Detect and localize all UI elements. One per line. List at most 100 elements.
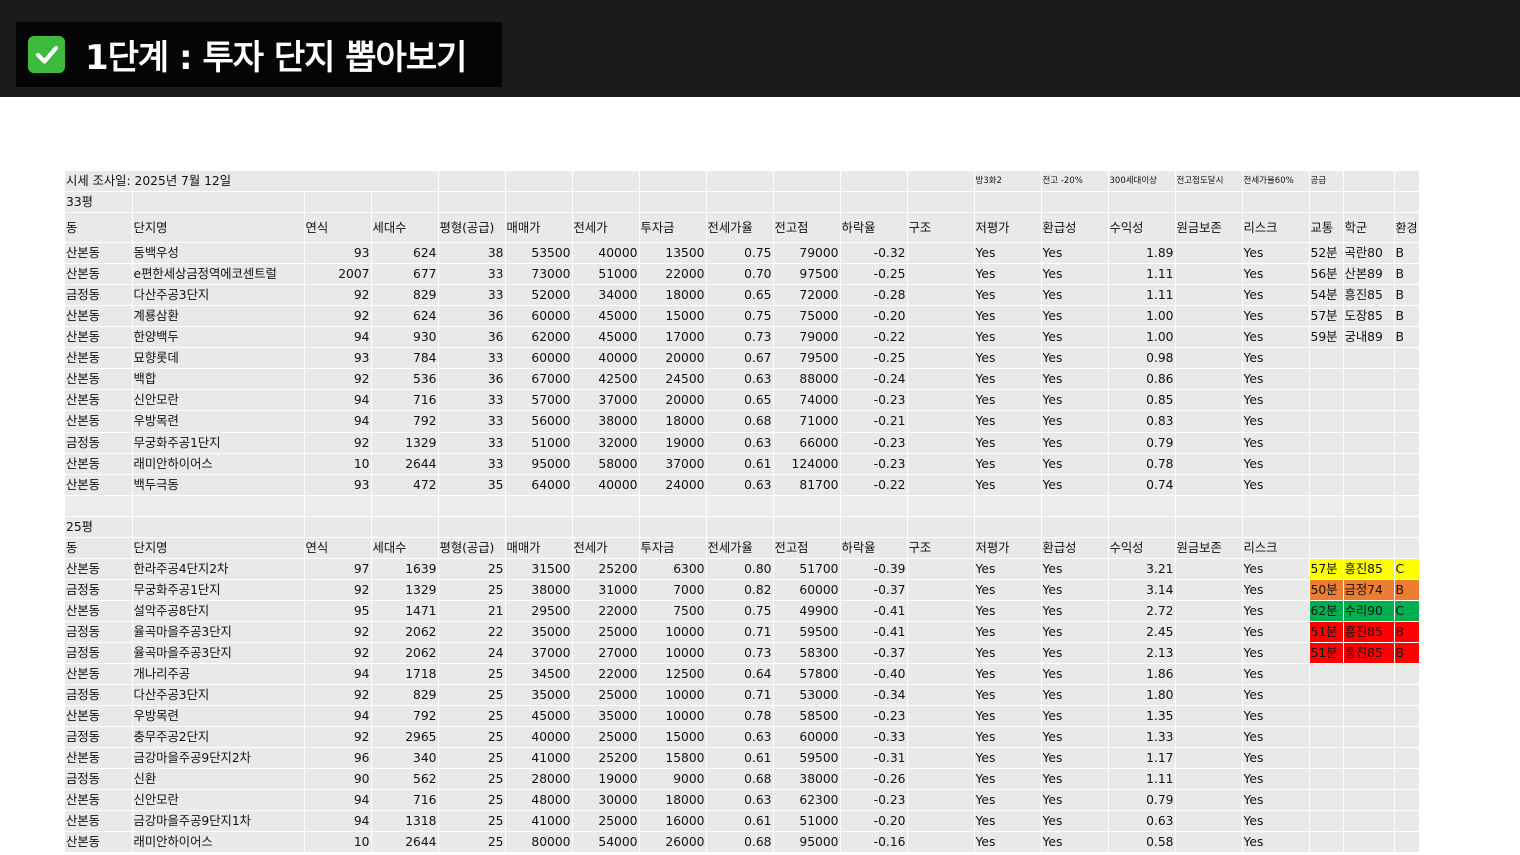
table-cell: 0.70 xyxy=(706,263,774,286)
table-cell: 90 xyxy=(304,768,372,791)
empty-cell xyxy=(840,191,908,214)
column-header: 평형(공급) xyxy=(438,212,506,244)
empty-cell xyxy=(1394,191,1420,214)
table-cell xyxy=(1343,789,1395,812)
table-cell: Yes xyxy=(1041,263,1109,286)
table-cell: 10000 xyxy=(639,642,707,665)
table-cell: Yes xyxy=(974,410,1042,433)
column-header: 매매가 xyxy=(505,537,573,559)
table-cell: 51000 xyxy=(773,810,841,833)
table-cell: -0.31 xyxy=(840,747,908,770)
empty-cell xyxy=(639,495,707,517)
column-header: 단지명 xyxy=(132,212,305,244)
table-cell: 1.00 xyxy=(1108,326,1176,349)
table-cell: Yes xyxy=(974,347,1042,370)
table-cell: 0.71 xyxy=(706,621,774,643)
table-cell: Yes xyxy=(1242,474,1310,496)
table-cell xyxy=(907,284,975,307)
table-cell: 37000 xyxy=(505,642,573,665)
table-cell: Yes xyxy=(974,305,1042,328)
empty-cell xyxy=(371,516,439,538)
table-row: 산본동 우방목련 94 792 25 45000 35000 10000 0.78 58500 -0… xyxy=(65,705,1420,728)
table-cell: 백합 xyxy=(132,368,305,391)
table-cell: 93 xyxy=(304,242,372,265)
table-cell: 1318 xyxy=(371,810,439,833)
empty-cell xyxy=(1343,191,1395,214)
table-row: 금정동 다산주공3단지 92 829 25 35000 25000 10000 0.71 5300… xyxy=(65,684,1420,707)
table-cell: 25 xyxy=(438,663,506,686)
table-cell xyxy=(907,263,975,286)
table-cell: Yes xyxy=(1041,747,1109,770)
table-cell: B xyxy=(1394,579,1420,601)
table-cell: 92 xyxy=(304,684,372,707)
table-cell: 25 xyxy=(438,684,506,707)
table-cell: 12500 xyxy=(639,663,707,686)
table-cell: 흥진85 xyxy=(1343,558,1395,580)
table-cell xyxy=(1343,705,1395,728)
table-cell: 28000 xyxy=(505,768,573,791)
empty-cell xyxy=(1041,495,1109,517)
table-cell: 62분 xyxy=(1309,600,1344,622)
column-header: 매매가 xyxy=(505,212,573,244)
table-cell: 흥진85 xyxy=(1343,284,1395,307)
table-cell: 24000 xyxy=(639,474,707,496)
table-cell: 1.80 xyxy=(1108,684,1176,707)
table-cell: 472 xyxy=(371,474,439,496)
table-cell: Yes xyxy=(1041,242,1109,265)
table-cell: 9000 xyxy=(639,768,707,791)
table-cell: -0.40 xyxy=(840,663,908,686)
table-cell xyxy=(1309,789,1344,812)
table-cell: 124000 xyxy=(773,453,841,475)
table-cell xyxy=(1343,726,1395,749)
table-cell: 0.85 xyxy=(1108,389,1176,412)
table-cell: Yes xyxy=(1041,831,1109,854)
table-cell: 1718 xyxy=(371,663,439,686)
table-cell xyxy=(1394,663,1420,686)
table-cell xyxy=(1343,432,1395,454)
table-cell: 784 xyxy=(371,347,439,370)
table-cell: Yes xyxy=(1242,432,1310,454)
table-cell xyxy=(907,242,975,265)
table-cell xyxy=(907,621,975,643)
table-cell: 묘향롯데 xyxy=(132,347,305,370)
empty-cell xyxy=(1175,191,1243,214)
table-cell: 67000 xyxy=(505,368,573,391)
empty-cell xyxy=(572,171,640,193)
table-cell: 금정74 xyxy=(1343,579,1395,601)
empty-cell xyxy=(132,495,305,517)
empty-cell xyxy=(1041,191,1109,214)
table-cell xyxy=(1175,831,1243,854)
table-cell: Yes xyxy=(1041,474,1109,496)
table-cell: B xyxy=(1394,284,1420,307)
table-cell: 36 xyxy=(438,326,506,349)
table-cell xyxy=(907,726,975,749)
table-row: 산본동 금강마을주공9단지1차 94 1318 25 41000 25000 16000 0.6… xyxy=(65,810,1420,833)
table-cell: 1.89 xyxy=(1108,242,1176,265)
table-cell: 0.79 xyxy=(1108,789,1176,812)
column-header: 전세가 xyxy=(572,537,640,559)
table-cell: 1.17 xyxy=(1108,747,1176,770)
table-cell xyxy=(1175,474,1243,496)
column-header: 동 xyxy=(65,537,133,559)
empty-cell xyxy=(132,191,305,214)
table-cell: 60000 xyxy=(773,579,841,601)
table-cell: 0.67 xyxy=(706,347,774,370)
table-cell: 66000 xyxy=(773,432,841,454)
table-cell: -0.34 xyxy=(840,684,908,707)
table-cell xyxy=(907,789,975,812)
table-cell: 677 xyxy=(371,263,439,286)
empty-cell xyxy=(572,516,640,538)
blank-row xyxy=(65,495,1420,517)
table-cell: -0.23 xyxy=(840,432,908,454)
column-header: 수익성 xyxy=(1108,537,1176,559)
column-header: 연식 xyxy=(304,212,372,244)
table-cell: C xyxy=(1394,558,1420,580)
table-cell: -0.39 xyxy=(840,558,908,580)
table-cell: 27000 xyxy=(572,642,640,665)
data-table: 시세 조사일: 2025년 7월 12일 방3화2 전고 -20% 300세대이상 전고… xyxy=(65,171,1420,854)
table-cell: 산본동 xyxy=(65,453,133,475)
table-cell: Yes xyxy=(1041,347,1109,370)
table-cell: 율곡마을주공3단지 xyxy=(132,642,305,665)
table-cell xyxy=(1343,368,1395,391)
table-cell xyxy=(1343,810,1395,833)
